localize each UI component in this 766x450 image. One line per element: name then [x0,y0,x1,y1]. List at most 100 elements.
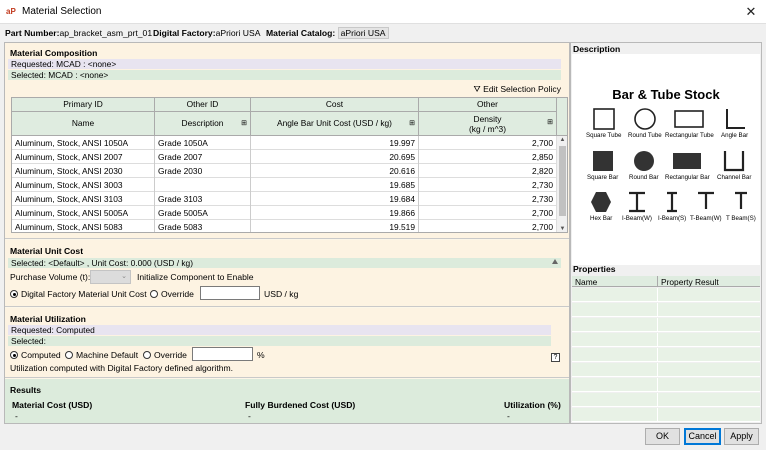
material-name: Aluminum, Stock, ANSI 2030 [12,164,155,178]
radio-selected-icon[interactable] [10,351,18,359]
override-utilization-option[interactable]: Override [143,350,187,360]
digital-factory-value: aPriori USA [215,28,261,38]
material-unit-cost: 19.684 [251,192,419,206]
part-number-value: ap_bracket_asm_prt_01 [59,28,153,38]
material-description: Grade 2030 [155,164,251,178]
scroll-thumb[interactable] [559,146,566,216]
part-info-bar: Part Number:ap_bracket_asm_prt_01 Digita… [0,25,766,42]
material-description: Grade 3103 [155,192,251,206]
radio-selected-icon[interactable] [10,290,18,298]
column-filter-icon[interactable]: ⊞ [241,112,247,135]
apply-button[interactable]: Apply [724,428,759,445]
channel-bar-icon: Channel Bar [717,150,751,181]
machine-default-option[interactable]: Machine Default [65,350,138,360]
radio-icon[interactable] [150,290,158,298]
override-unit-cost-option[interactable]: Override [150,289,194,299]
initialize-hint: Initialize Component to Enable [137,272,254,282]
radio-icon[interactable] [65,351,73,359]
i-beam-s-icon: I-Beam(S) [658,191,686,222]
radio-icon[interactable] [143,351,151,359]
window-title: Material Selection [22,6,102,17]
override-utilization-input[interactable] [192,347,253,361]
title-bar: aP Material Selection ✕ [0,0,766,24]
part-number-label: Part Number: [5,28,60,38]
column-filter-icon[interactable]: ⊞ [547,118,553,128]
i-beam-w-icon: I-Beam(W) [622,191,652,222]
material-name: Aluminum, Stock, ANSI 5083 [12,220,155,232]
square-tube-icon: Square Tube [586,108,621,139]
digital-factory-label: Digital Factory: [153,28,216,38]
hex-bar-icon: Hex Bar [590,191,612,222]
requested-utilization: Requested: Computed [8,325,551,335]
column-header-description[interactable]: Description ⊞ [155,112,251,136]
property-row [572,348,760,362]
material-description: Grade 2007 [155,150,251,164]
shape-label: Round Tube [628,132,662,139]
column-header-density[interactable]: Density (kg / m^3) ⊞ [419,112,557,136]
material-density: 2,700 [419,220,557,232]
purchase-volume-select: ⌄ [90,270,131,284]
section-title: Material Utilization [10,314,86,324]
shape-label: T Beam(S) [726,215,756,222]
material-unit-cost-section: Material Unit Cost Selected: <Default> ,… [5,240,569,307]
scroll-up-icon[interactable]: ▲ [558,136,567,145]
utilization-unit: % [257,350,265,360]
scroll-down-icon[interactable]: ▼ [558,225,567,232]
material-catalog-value: aPriori USA [337,27,389,39]
shape-label: Rectangular Tube [665,132,714,139]
table-row[interactable]: Aluminum, Stock, ANSI 3103 Grade 3103 19.6… [12,192,557,206]
material-unit-cost: 19.866 [251,206,419,220]
computed-option[interactable]: Computed [10,350,61,360]
collapse-icon[interactable] [552,259,558,264]
material-catalog-label: Material Catalog: [266,28,336,38]
material-density: 2,700 [419,206,557,220]
property-row [572,303,760,317]
properties-table-header: Name Property Result [572,276,760,287]
help-icon[interactable]: ? [551,353,560,362]
column-divider [657,333,658,347]
properties-title: Properties [573,264,616,274]
factory-unit-cost-option[interactable]: Digital Factory Material Unit Cost [10,289,147,299]
edit-selection-policy-link[interactable]: ⛛ Edit Selection Policy [474,84,561,95]
material-cost-value: - [15,411,18,421]
table-row[interactable]: Aluminum, Stock, ANSI 2030 Grade 2030 20.6… [12,164,557,178]
cancel-button[interactable]: Cancel [684,428,721,445]
column-header-unit-cost[interactable]: Angle Bar Unit Cost (USD / kg) ⊞ [251,112,419,136]
selected-unit-cost: Selected: <Default> , Unit Cost: 0.000 (… [8,258,561,268]
machine-default-label: Machine Default [76,350,139,360]
fully-burdened-cost-label: Fully Burdened Cost (USD) [245,400,356,410]
material-density: 2,850 [419,150,557,164]
column-header-density-label: Density [473,114,502,124]
column-filter-icon[interactable]: ⊞ [409,112,415,135]
material-name: Aluminum, Stock, ANSI 2007 [12,150,155,164]
material-density: 2,730 [419,192,557,206]
material-composition-section: Material Composition Requested: MCAD : <… [5,43,569,239]
table-scrollbar[interactable]: ▲ ▼ [556,136,567,232]
override-utilization-label: Override [154,350,187,360]
material-description [155,178,251,192]
unit-cost-unit: USD / kg [264,289,299,299]
column-divider [657,378,658,392]
material-selection-panel: Material Composition Requested: MCAD : <… [4,42,570,424]
column-header-name[interactable]: Name [12,112,155,136]
material-unit-cost: 20.695 [251,150,419,164]
funnel-icon: ⛛ [473,84,484,94]
utilization-value: - [507,411,510,421]
shape-label: Hex Bar [590,215,613,222]
property-row [572,363,760,377]
table-row[interactable]: Aluminum, Stock, ANSI 2007 Grade 2007 20.6… [12,150,557,164]
material-unit-cost: 19.685 [251,178,419,192]
shape-label: Angle Bar [721,132,749,139]
materials-table[interactable]: Primary ID Other ID Cost Other Name Desc… [11,97,568,233]
close-icon[interactable]: ✕ [742,3,760,21]
column-divider [657,348,658,362]
table-row[interactable]: Aluminum, Stock, ANSI 1050A Grade 1050A 19… [12,136,557,150]
ok-button[interactable]: OK [645,428,680,445]
override-unit-cost-input[interactable] [200,286,260,300]
table-row[interactable]: Aluminum, Stock, ANSI 3003 19.685 2,730 [12,178,557,192]
material-unit-cost: 20.616 [251,164,419,178]
digital-factory: Digital Factory:aPriori USA [153,28,260,38]
table-row[interactable]: Aluminum, Stock, ANSI 5083 Grade 5083 19.5… [12,220,557,232]
column-header-property-result: Property Result [661,277,719,287]
table-row[interactable]: Aluminum, Stock, ANSI 5005A Grade 5005A 19… [12,206,557,220]
